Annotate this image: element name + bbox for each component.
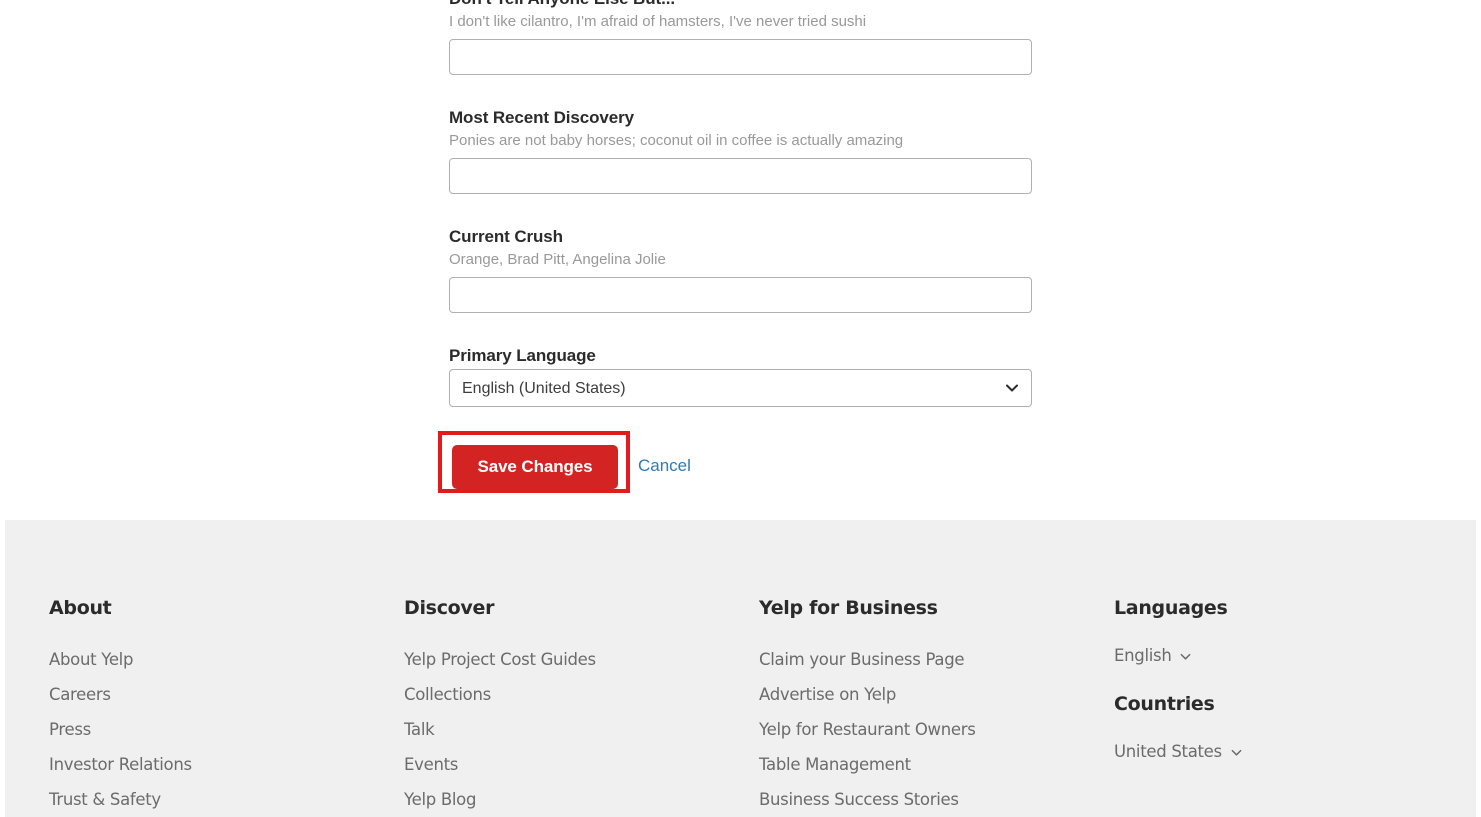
footer-link-table-management[interactable]: Table Management xyxy=(759,747,1114,782)
field-hint: Orange, Brad Pitt, Angelina Jolie xyxy=(449,251,666,268)
language-selector[interactable]: English xyxy=(1114,642,1192,670)
footer-link-business-success-stories[interactable]: Business Success Stories xyxy=(759,782,1114,817)
country-selector-label: United States xyxy=(1114,742,1222,761)
language-selector-label: English xyxy=(1114,646,1172,665)
footer-heading: About xyxy=(49,597,112,619)
footer-column-about: About About Yelp Careers Press Investor … xyxy=(49,596,404,817)
field-dont-tell-anyone: Don't Tell Anyone Else But... I don't li… xyxy=(449,0,1032,75)
profile-form-section: Don't Tell Anyone Else But... I don't li… xyxy=(0,0,1481,520)
footer-link-investor-relations[interactable]: Investor Relations xyxy=(49,747,404,782)
country-selector[interactable]: United States xyxy=(1114,738,1243,766)
footer-link-claim-business-page[interactable]: Claim your Business Page xyxy=(759,642,1114,677)
footer-link-collections[interactable]: Collections xyxy=(404,677,759,712)
save-changes-button[interactable]: Save Changes xyxy=(452,445,618,489)
primary-language-select-wrap[interactable]: English (United States) xyxy=(449,369,1032,407)
footer-link-about-yelp[interactable]: About Yelp xyxy=(49,642,404,677)
form-actions: Save Changes Cancel xyxy=(438,431,1032,513)
field-most-recent-discovery: Most Recent Discovery Ponies are not bab… xyxy=(449,107,1032,194)
primary-language-select[interactable]: English (United States) xyxy=(449,369,1032,407)
page-root: Don't Tell Anyone Else But... I don't li… xyxy=(0,0,1481,817)
footer-link-project-cost-guides[interactable]: Yelp Project Cost Guides xyxy=(404,642,759,677)
field-current-crush: Current Crush Orange, Brad Pitt, Angelin… xyxy=(449,226,1032,313)
footer-link-yelp-blog[interactable]: Yelp Blog xyxy=(404,782,759,817)
footer-link-press[interactable]: Press xyxy=(49,712,404,747)
chevron-down-icon xyxy=(1181,653,1191,660)
footer-columns: About About Yelp Careers Press Investor … xyxy=(49,596,1449,817)
current-crush-input[interactable] xyxy=(449,277,1032,313)
field-hint: I don't like cilantro, I'm afraid of ham… xyxy=(449,13,867,30)
field-primary-language: Primary Language English (United States) xyxy=(449,345,1032,407)
field-hint: Ponies are not baby horses; coconut oil … xyxy=(449,132,904,149)
most-recent-discovery-input[interactable] xyxy=(449,158,1032,194)
footer-heading-languages: Languages xyxy=(1114,597,1228,619)
form-column: Don't Tell Anyone Else But... I don't li… xyxy=(438,0,1032,513)
field-label: Current Crush xyxy=(449,227,563,246)
footer-link-restaurant-owners[interactable]: Yelp for Restaurant Owners xyxy=(759,712,1114,747)
footer-column-discover: Discover Yelp Project Cost Guides Collec… xyxy=(404,596,759,817)
footer-link-careers[interactable]: Careers xyxy=(49,677,404,712)
footer-heading: Discover xyxy=(404,597,495,619)
field-label: Primary Language xyxy=(449,346,596,365)
footer-link-events[interactable]: Events xyxy=(404,747,759,782)
footer-heading-countries: Countries xyxy=(1114,693,1215,715)
footer-column-locale: Languages English Countries United State… xyxy=(1114,596,1414,766)
footer-heading: Yelp for Business xyxy=(759,597,938,619)
field-label: Most Recent Discovery xyxy=(449,108,634,127)
dont-tell-anyone-input[interactable] xyxy=(449,39,1032,75)
footer-link-advertise-on-yelp[interactable]: Advertise on Yelp xyxy=(759,677,1114,712)
field-label: Don't Tell Anyone Else But... xyxy=(449,0,1032,10)
site-footer: About About Yelp Careers Press Investor … xyxy=(5,520,1476,817)
cancel-link[interactable]: Cancel xyxy=(638,456,691,476)
footer-link-trust-safety[interactable]: Trust & Safety xyxy=(49,782,404,817)
footer-link-talk[interactable]: Talk xyxy=(404,712,759,747)
chevron-down-icon xyxy=(1231,749,1242,756)
footer-column-yelp-for-business: Yelp for Business Claim your Business Pa… xyxy=(759,596,1114,817)
